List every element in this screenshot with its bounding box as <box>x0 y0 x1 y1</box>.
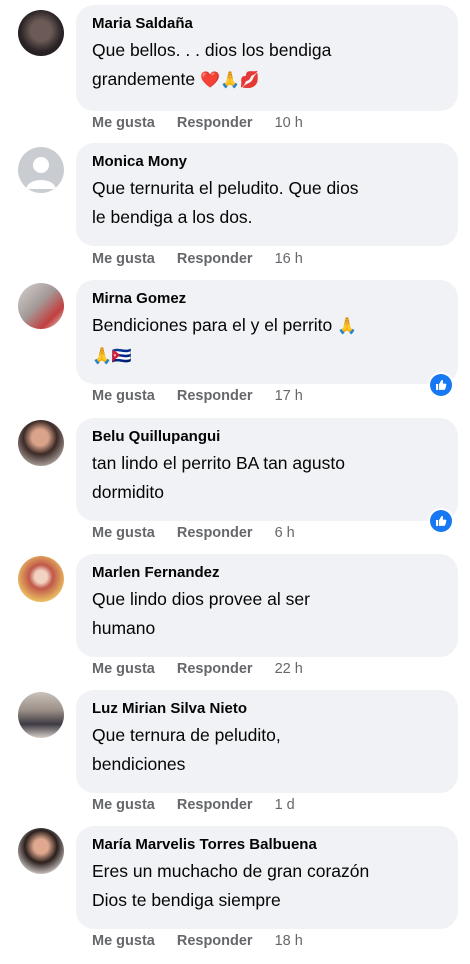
comment-text-line: tan lindo el perrito BA tan agusto <box>92 453 345 473</box>
pray-emoji: 🙏 <box>337 318 358 335</box>
comment-text: tan lindo el perrito BA tan agusto dormid… <box>92 449 444 507</box>
reply-button[interactable]: Responder <box>177 933 253 949</box>
comment-bubble: Mirna Gomez Bendiciones para el y el per… <box>76 280 458 384</box>
comment-text-line: Eres un muchacho de gran corazón <box>92 861 370 881</box>
like-button[interactable]: Me gusta <box>92 933 155 949</box>
comment-text-line: Que ternura de peludito, <box>92 725 281 745</box>
emoji-group: ❤️🙏💋 <box>200 72 260 89</box>
comment-text-line: Que lindo dios provee al ser <box>92 589 310 609</box>
comment-text: Que lindo dios provee al ser humano <box>92 585 444 643</box>
comment-author[interactable]: Monica Mony <box>92 152 444 172</box>
comment-author[interactable]: Mirna Gomez <box>92 289 444 309</box>
timestamp[interactable]: 10 h <box>275 115 303 131</box>
reply-button[interactable]: Responder <box>177 525 253 541</box>
like-reaction-badge[interactable] <box>428 508 454 534</box>
comment-bubble: Monica Mony Que ternurita el peludito. Q… <box>76 143 458 246</box>
comment-text-line: Dios te bendiga siempre <box>92 890 281 910</box>
like-button[interactable]: Me gusta <box>92 797 155 813</box>
comment-text: Eres un muchacho de gran corazón Dios te … <box>92 857 444 915</box>
comment-author[interactable]: María Marvelis Torres Balbuena <box>92 835 444 855</box>
comment-text: Bendiciones para el y el perrito 🙏 🙏🇨🇺 <box>92 311 444 371</box>
timestamp[interactable]: 6 h <box>275 525 295 541</box>
like-button[interactable]: Me gusta <box>92 661 155 677</box>
comment-text: Que bellos. . . dios los bendiga grandeme… <box>92 36 444 95</box>
emoji-group: 🙏🇨🇺 <box>92 348 132 365</box>
comment-text-line: Que ternurita el peludito. Que dios <box>92 178 359 198</box>
comment-author[interactable]: Belu Quillupangui <box>92 427 444 447</box>
reply-button[interactable]: Responder <box>177 388 253 404</box>
timestamp[interactable]: 16 h <box>275 251 303 267</box>
comment-author[interactable]: Maria Saldaña <box>92 14 444 34</box>
comment-actions: Me gusta Responder 18 h <box>92 933 325 949</box>
comment-bubble: Luz Mirian Silva Nieto Que ternura de pe… <box>76 690 458 793</box>
comment-bubble: María Marvelis Torres Balbuena Eres un m… <box>76 826 458 929</box>
avatar[interactable] <box>18 556 64 602</box>
comment-author[interactable]: Luz Mirian Silva Nieto <box>92 699 444 719</box>
comment-bubble: Maria Saldaña Que bellos. . . dios los b… <box>76 5 458 111</box>
like-button[interactable]: Me gusta <box>92 251 155 267</box>
comment-actions: Me gusta Responder 22 h <box>92 661 325 677</box>
comment-text-line: humano <box>92 618 156 638</box>
reply-button[interactable]: Responder <box>177 661 253 677</box>
comment-actions: Me gusta Responder 1 d <box>92 797 317 813</box>
avatar[interactable] <box>18 283 64 329</box>
like-button[interactable]: Me gusta <box>92 525 155 541</box>
thumbs-up-icon <box>430 374 452 396</box>
reply-button[interactable]: Responder <box>177 251 253 267</box>
thumbs-up-icon <box>430 510 452 532</box>
like-reaction-badge[interactable] <box>428 372 454 398</box>
comment-author[interactable]: Marlen Fernandez <box>92 563 444 583</box>
comment-text-line: bendiciones <box>92 754 186 774</box>
like-button[interactable]: Me gusta <box>92 115 155 131</box>
avatar[interactable] <box>18 692 64 738</box>
default-user-icon <box>26 157 56 189</box>
timestamp[interactable]: 22 h <box>275 661 303 677</box>
comment-text-line: dormidito <box>92 482 164 502</box>
comment-text-line: Que bellos. . . dios los bendiga <box>92 40 332 60</box>
comment-text: Que ternurita el peludito. Que dios le be… <box>92 174 444 232</box>
timestamp[interactable]: 17 h <box>275 388 303 404</box>
avatar[interactable] <box>18 420 64 466</box>
comment-actions: Me gusta Responder 10 h <box>92 115 325 131</box>
comment-actions: Me gusta Responder 16 h <box>92 251 325 267</box>
comment-text-line: Bendiciones para el y el perrito <box>92 315 333 335</box>
comment-actions: Me gusta Responder 6 h <box>92 525 317 541</box>
like-button[interactable]: Me gusta <box>92 388 155 404</box>
avatar[interactable] <box>18 10 64 56</box>
comment-bubble: Marlen Fernandez Que lindo dios provee a… <box>76 554 458 657</box>
comment-text-line: grandemente <box>92 69 196 89</box>
comment-text: Que ternura de peludito, bendiciones <box>92 721 444 779</box>
reply-button[interactable]: Responder <box>177 115 253 131</box>
reply-button[interactable]: Responder <box>177 797 253 813</box>
timestamp[interactable]: 1 d <box>275 797 295 813</box>
comment-actions: Me gusta Responder 17 h <box>92 388 325 404</box>
comment-text-line: le bendiga a los dos. <box>92 207 253 227</box>
avatar[interactable] <box>18 828 64 874</box>
avatar[interactable] <box>18 147 64 193</box>
comment-bubble: Belu Quillupangui tan lindo el perrito B… <box>76 418 458 521</box>
timestamp[interactable]: 18 h <box>275 933 303 949</box>
